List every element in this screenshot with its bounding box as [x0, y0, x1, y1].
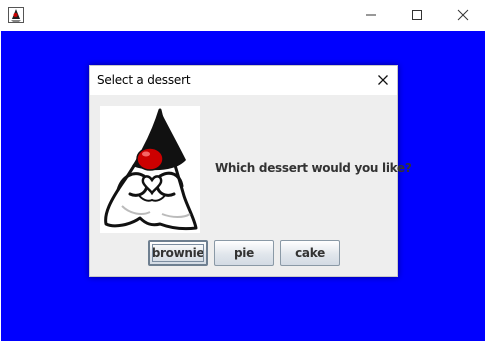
close-icon — [457, 6, 469, 25]
dessert-dialog: Select a dessert Which dessert would you… — [89, 65, 412, 277]
brownie-button[interactable]: brownie — [148, 240, 208, 266]
maximize-icon — [411, 6, 423, 25]
window-close-button[interactable] — [440, 0, 486, 31]
java-duke-icon — [8, 7, 24, 23]
dialog-close-button[interactable] — [369, 66, 397, 95]
maximize-button[interactable] — [394, 0, 440, 31]
minimize-button[interactable] — [348, 0, 394, 31]
duke-mascot-image — [100, 106, 200, 233]
dialog-title: Select a dessert — [97, 73, 191, 87]
dialog-message: Which dessert would you like? — [215, 161, 412, 175]
window-titlebar[interactable] — [0, 0, 486, 31]
cake-button[interactable]: cake — [280, 240, 340, 266]
close-icon — [377, 71, 389, 90]
main-window: Select a dessert Which dessert would you… — [0, 0, 486, 342]
pie-button[interactable]: pie — [214, 240, 274, 266]
dialog-titlebar[interactable]: Select a dessert — [90, 66, 397, 95]
minimize-icon — [365, 6, 377, 25]
